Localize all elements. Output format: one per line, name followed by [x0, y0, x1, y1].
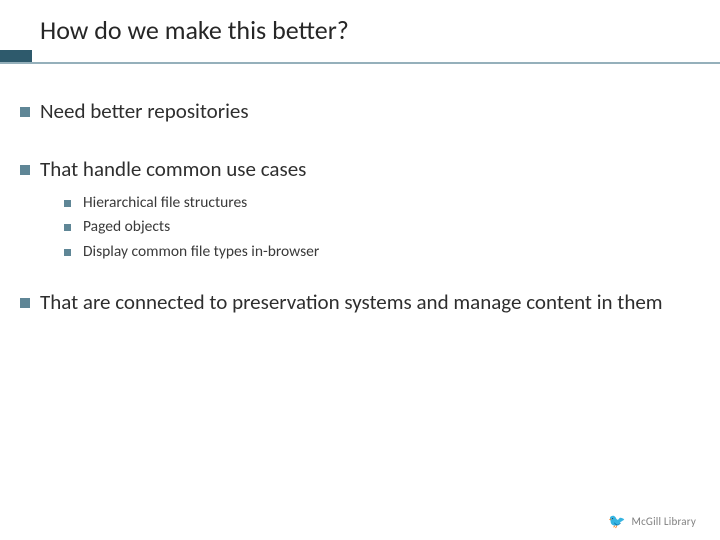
square-bullet-icon	[20, 165, 30, 175]
spacer	[20, 134, 700, 144]
bullet-level2: Hierarchical file structures	[64, 193, 700, 214]
bullet-level1: Need better repositories	[20, 98, 700, 124]
bullet-text: That handle common use cases	[40, 156, 306, 182]
bullet-level2: Paged objects	[64, 217, 700, 238]
square-bullet-icon	[64, 249, 71, 256]
bullet-text: Need better repositories	[40, 98, 249, 124]
square-bullet-icon	[64, 224, 71, 231]
bird-icon: 🐦	[608, 513, 625, 530]
slide: How do we make this better? Need better …	[0, 0, 720, 540]
spacer	[20, 267, 700, 277]
title-underline	[0, 62, 720, 64]
content-area: Need better repositories That handle com…	[20, 86, 700, 326]
footer-logo: 🐦 McGill Library	[608, 513, 696, 530]
sub-bullet-text: Display common file types in-browser	[83, 242, 319, 263]
slide-title: How do we make this better?	[40, 14, 349, 46]
square-bullet-icon	[20, 298, 30, 308]
title-accent-block	[0, 50, 32, 62]
bullet-level2: Display common file types in-browser	[64, 242, 700, 263]
footer-label: McGill Library	[631, 515, 696, 528]
title-bar: How do we make this better?	[0, 0, 720, 62]
sub-bullet-group: Hierarchical file structures Paged objec…	[64, 193, 700, 264]
bullet-text: That are connected to preservation syste…	[40, 289, 663, 315]
bullet-level1: That are connected to preservation syste…	[20, 289, 700, 315]
square-bullet-icon	[64, 200, 71, 207]
square-bullet-icon	[20, 107, 30, 117]
sub-bullet-text: Hierarchical file structures	[83, 193, 247, 214]
sub-bullet-text: Paged objects	[83, 217, 170, 238]
bullet-level1: That handle common use cases	[20, 156, 700, 182]
